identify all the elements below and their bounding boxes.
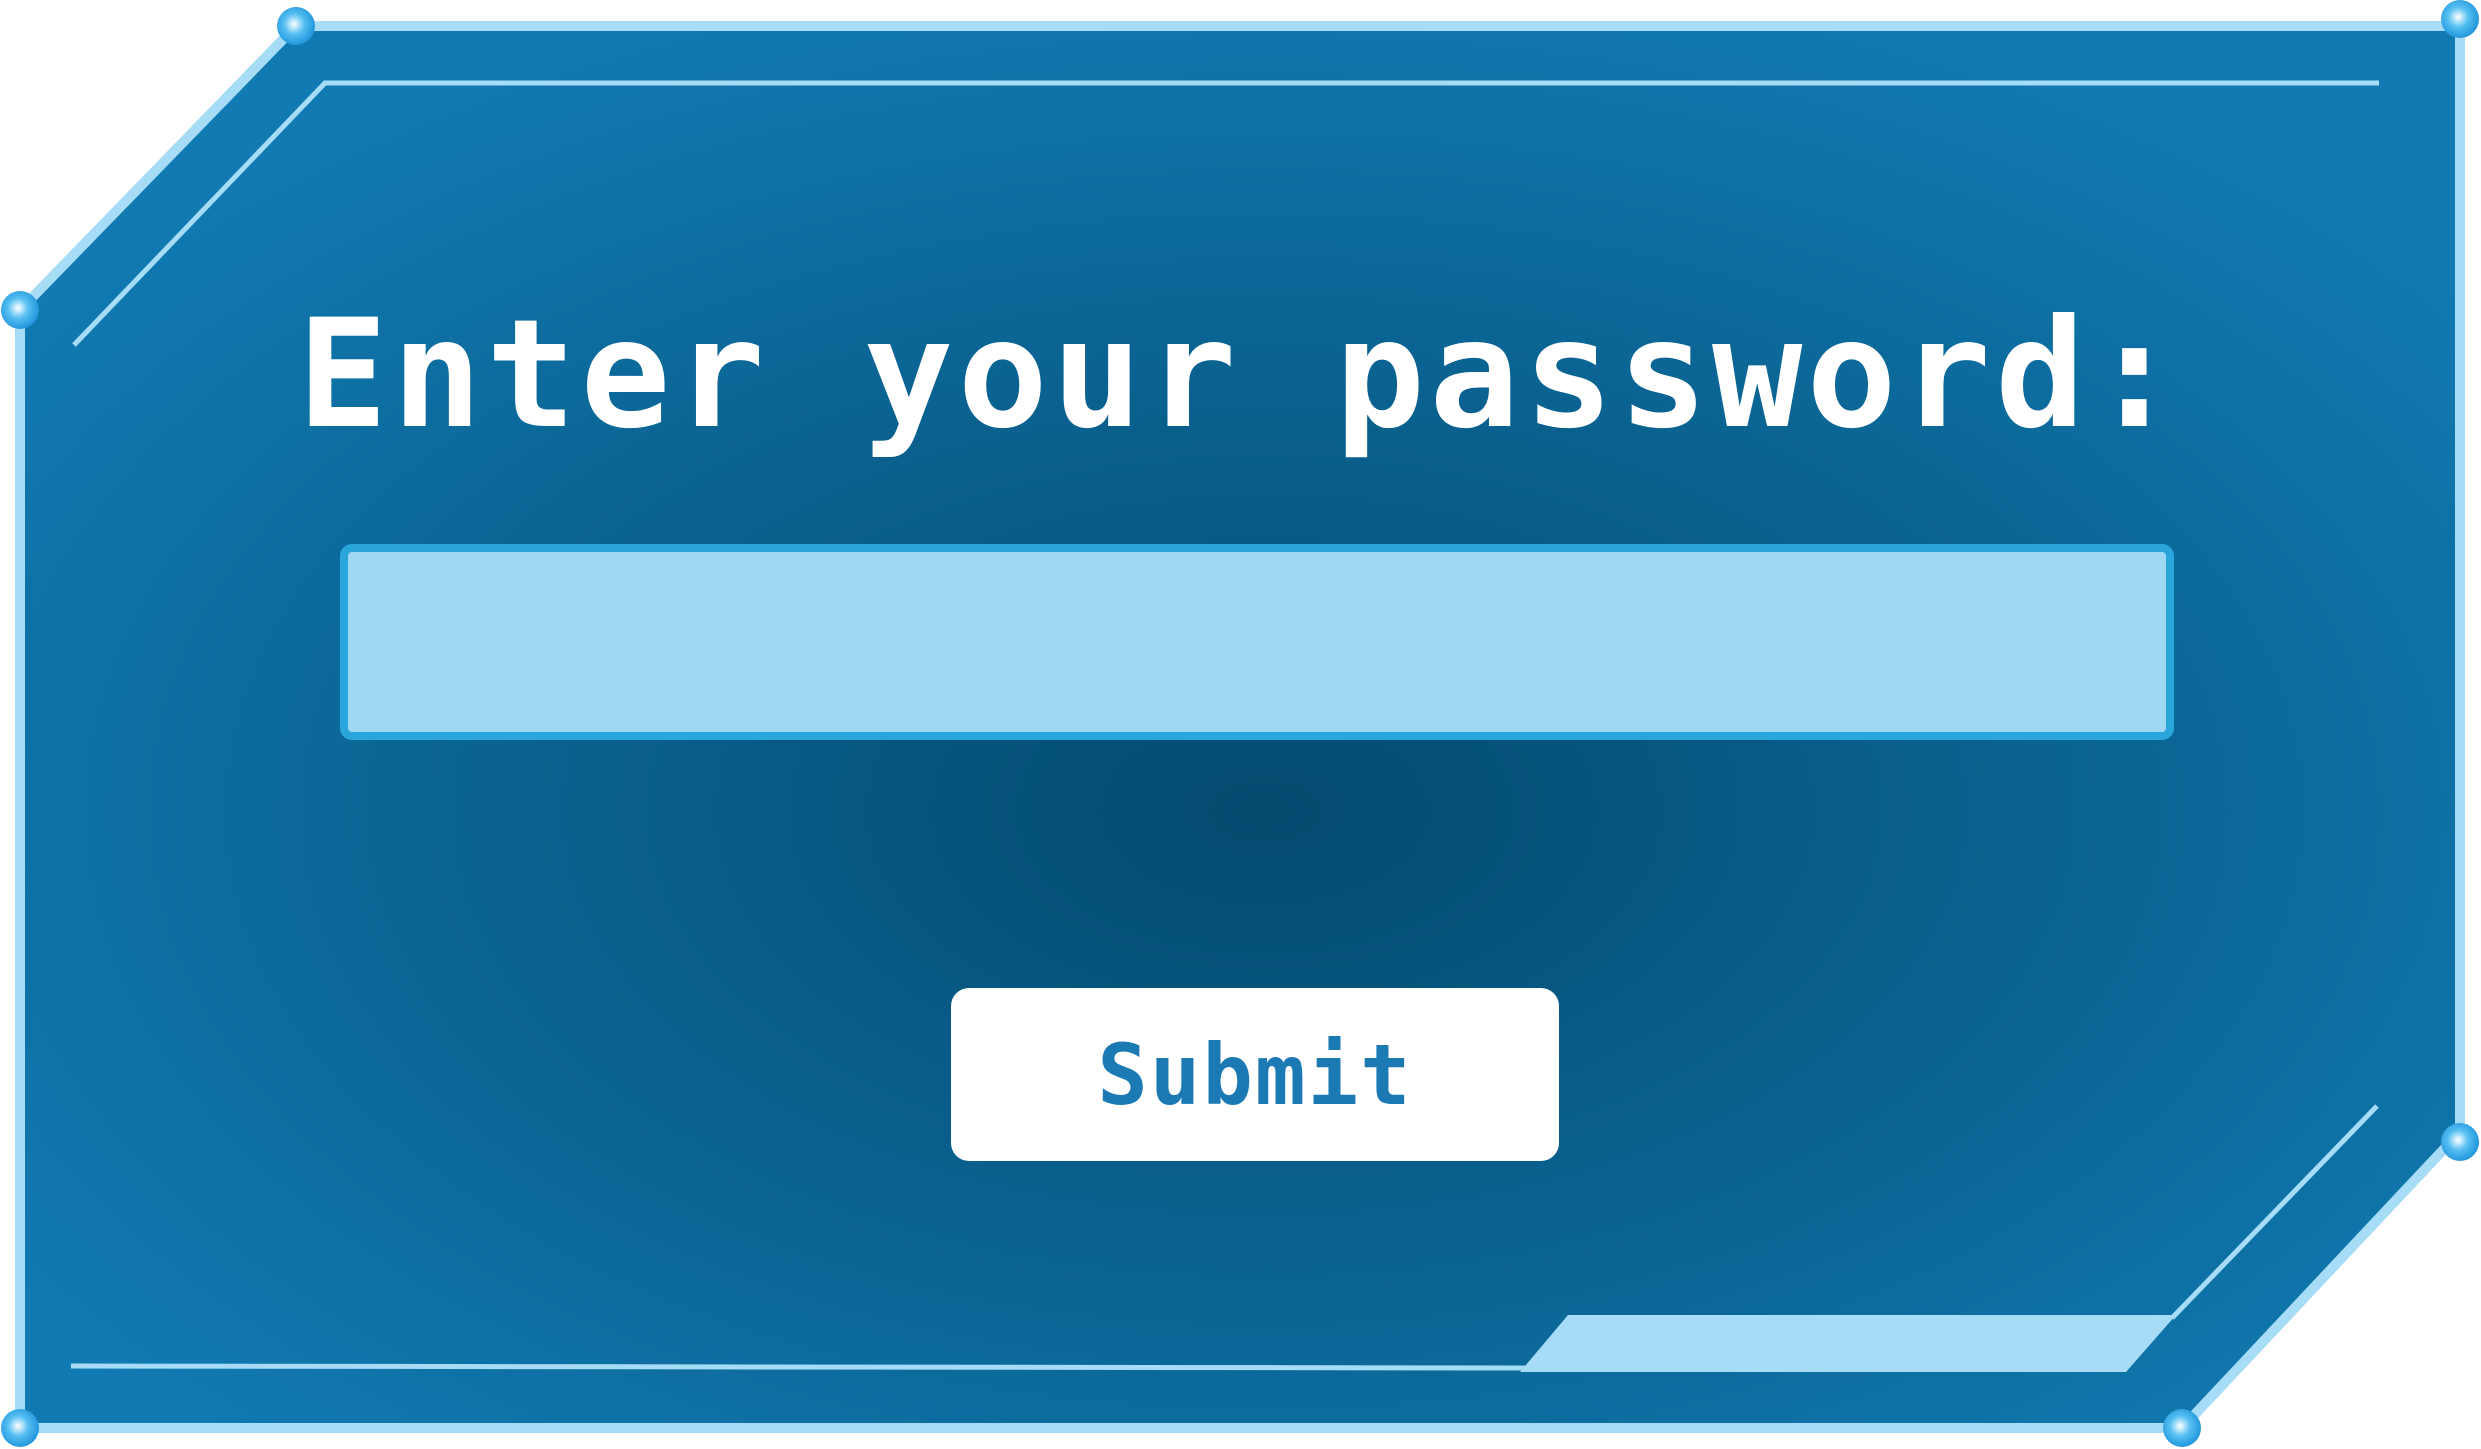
corner-dot-icon — [2441, 1123, 2479, 1161]
corner-dot-icon — [1, 1409, 39, 1447]
password-prompt: Enter your password: — [297, 288, 2184, 462]
password-input[interactable] — [348, 552, 2166, 732]
corner-dot-icon — [277, 7, 315, 45]
password-dialog: Enter your password: Submit — [0, 0, 2481, 1449]
corner-dot-icon — [2441, 0, 2479, 38]
bottom-accent-bar — [1520, 1315, 2176, 1372]
corner-dot-icon — [2163, 1409, 2201, 1447]
submit-button[interactable]: Submit — [951, 988, 1559, 1161]
password-field-container — [340, 544, 2174, 740]
inner-line-bottom — [70, 1363, 1527, 1371]
